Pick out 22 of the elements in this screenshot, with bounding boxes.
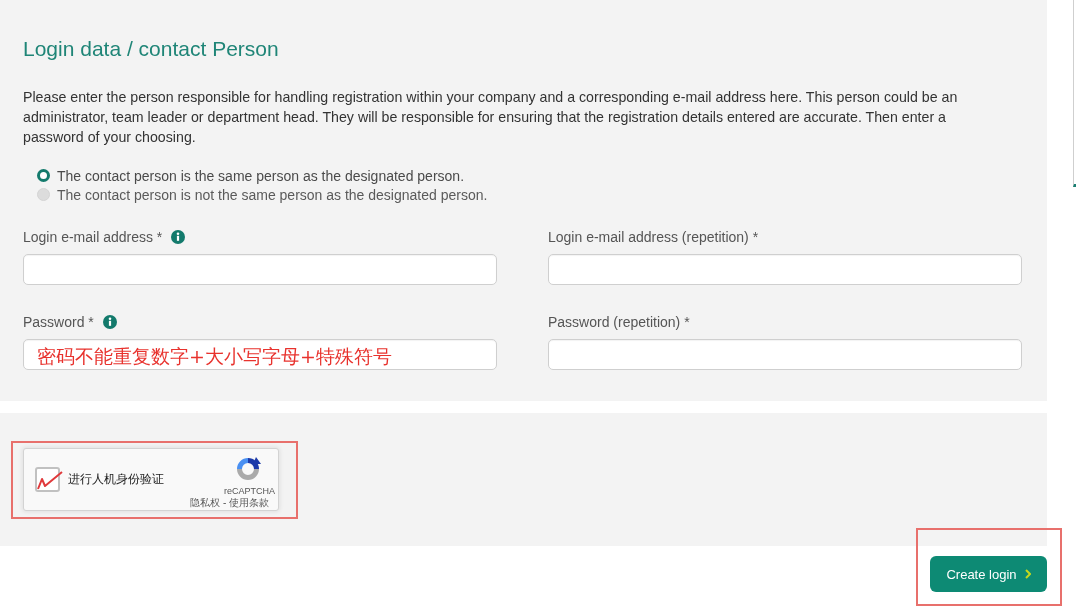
radio-label: The contact person is not the same person as the designated person. — [57, 186, 488, 203]
radio-button[interactable] — [37, 169, 50, 182]
input-field[interactable]: 密码不能重复数字+大小写字母+特殊符号 — [23, 339, 497, 370]
field-label: Login e-mail address (repetition) * — [548, 229, 759, 245]
captcha-checkbox[interactable] — [35, 466, 63, 493]
section-description: Please enter the person responsible for handling registration within your company and a corresponding e-mail address here. This person could be an administrator, team leader or department head. They will be responsible for ensuring that the registration details entered are accurate. Then enter a password of your choosing. — [23, 88, 959, 147]
captcha-terms-links[interactable]: 隐私权 - 使用条款 — [190, 497, 269, 509]
field-label: Password * — [23, 314, 94, 330]
section-title: Login data / contact Person — [23, 36, 280, 62]
input-field[interactable] — [23, 254, 497, 285]
captcha-label: 进行人机身份验证 — [68, 471, 164, 488]
radio-label: The contact person is the same person as the designated person. — [57, 167, 465, 184]
input-field[interactable] — [548, 254, 1022, 285]
field-label: Login e-mail address * — [23, 229, 163, 245]
chevron-right-icon — [1024, 569, 1031, 579]
captcha-brand: reCAPTCHA — [224, 486, 275, 497]
circular-arrows-icon — [235, 456, 261, 482]
info-icon[interactable] — [171, 230, 186, 244]
create-login-button[interactable]: Create login — [930, 556, 1047, 592]
info-icon[interactable] — [102, 315, 117, 329]
input-field[interactable] — [548, 339, 1022, 370]
field-label: Password (repetition) * — [548, 314, 690, 330]
